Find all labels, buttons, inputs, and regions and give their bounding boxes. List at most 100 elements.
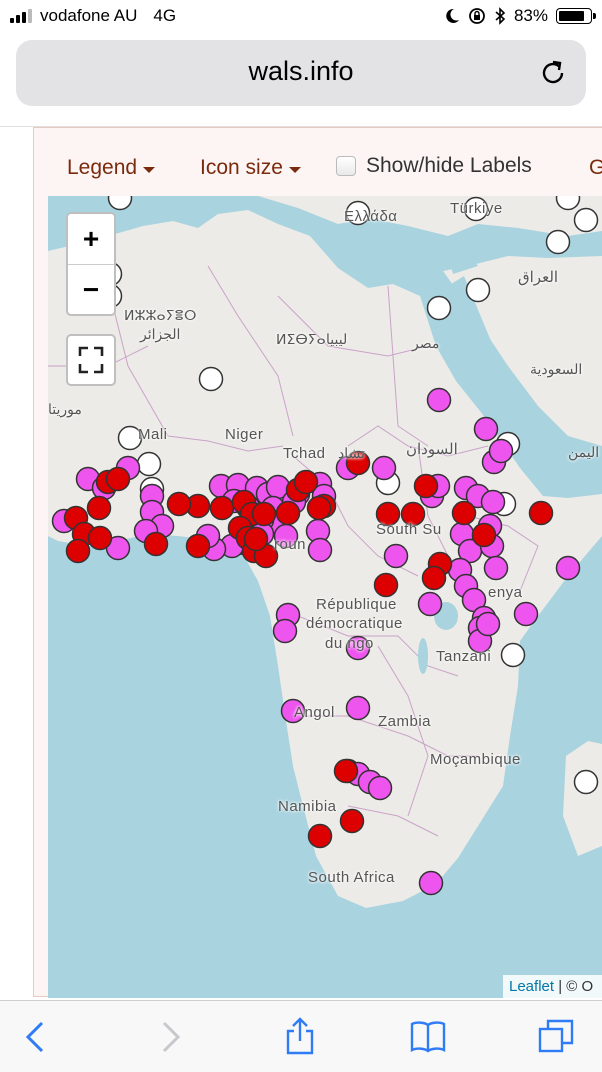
language-marker[interactable] — [483, 555, 509, 581]
language-marker[interactable] — [451, 500, 477, 526]
language-marker[interactable] — [136, 451, 162, 477]
battery-percent: 83% — [513, 6, 548, 25]
bookmarks-icon[interactable] — [408, 1017, 448, 1057]
zoom-control: + − — [66, 212, 116, 316]
label-libya-arabic: ليبيا — [326, 331, 348, 347]
language-marker[interactable] — [333, 758, 359, 784]
tabs-icon[interactable] — [536, 1017, 576, 1057]
fullscreen-button[interactable] — [66, 334, 116, 386]
toolbar-cut-item[interactable]: G — [589, 156, 602, 180]
language-marker[interactable] — [573, 769, 599, 795]
map-view[interactable]: Ελλάδα Türkiye العراق ⵍⵣⵣⴰⵢⴻⵔ الجزائر ⵍⵉ… — [48, 196, 602, 998]
language-marker[interactable] — [528, 500, 554, 526]
show-hide-labels-label: Show/hide Labels — [366, 154, 532, 177]
url-text: wals.info — [248, 56, 354, 86]
language-marker[interactable] — [421, 565, 447, 591]
language-marker[interactable] — [87, 525, 113, 551]
zoom-out-button[interactable]: − — [68, 265, 114, 315]
language-marker[interactable] — [307, 823, 333, 849]
language-marker[interactable] — [107, 196, 133, 211]
caret-down-icon — [288, 166, 301, 173]
language-marker[interactable] — [86, 495, 112, 521]
language-marker[interactable] — [166, 491, 192, 517]
language-marker[interactable] — [306, 495, 332, 521]
label-namibia: Namibia — [278, 798, 337, 815]
madagascar-landmass — [563, 741, 602, 856]
label-south-sudan: South Su — [376, 521, 442, 538]
moon-icon — [446, 8, 459, 23]
label-south-africa: South Africa — [308, 869, 395, 886]
icon-size-label: Icon size — [200, 156, 283, 179]
label-rdc-1: République — [316, 596, 397, 613]
label-yemen: اليمن — [568, 444, 600, 460]
label-angola: Angol — [294, 704, 335, 721]
language-marker[interactable] — [413, 473, 439, 499]
language-marker[interactable] — [209, 495, 235, 521]
map-attribution: Leaflet | © O — [503, 975, 602, 998]
label-rdc-2: démocratique — [306, 615, 403, 632]
language-marker[interactable] — [426, 295, 452, 321]
caret-down-icon — [143, 166, 156, 173]
language-marker[interactable] — [275, 500, 301, 526]
toolbar-cut-item-label: G — [589, 156, 602, 179]
reload-icon[interactable] — [538, 58, 568, 88]
label-algeria-arabic: الجزائر — [140, 326, 181, 342]
language-marker[interactable] — [480, 489, 506, 515]
label-tchad: Tchad — [283, 445, 326, 462]
network-type: 4G — [153, 6, 177, 25]
language-marker[interactable] — [272, 618, 298, 644]
icon-size-dropdown[interactable]: Icon size — [200, 156, 301, 180]
attribution-rest: | © O — [558, 978, 594, 995]
language-marker[interactable] — [243, 526, 269, 552]
rotation-lock-icon — [469, 8, 485, 24]
label-sudan: السودان — [406, 441, 458, 458]
language-marker[interactable] — [185, 533, 211, 559]
language-marker[interactable] — [488, 438, 514, 464]
language-marker[interactable] — [293, 469, 319, 495]
label-libya-tifinagh: ⵍⵉⴱⵢⴰ — [276, 331, 326, 347]
label-algeria-tifinagh: ⵍⵣⵣⴰⵢⴻⵔ — [124, 307, 197, 323]
label-cameroun: roun — [274, 536, 307, 553]
language-marker[interactable] — [383, 543, 409, 569]
map-toolbar: Legend Icon size Show/hide Labels G — [34, 152, 602, 192]
language-marker[interactable] — [198, 366, 224, 392]
language-marker[interactable] — [465, 277, 491, 303]
language-marker[interactable] — [373, 572, 399, 598]
language-marker[interactable] — [307, 537, 333, 563]
label-mozambique: Moçambique — [430, 751, 521, 768]
browser-bottom-toolbar — [0, 1000, 602, 1072]
fullscreen-icon — [78, 346, 104, 374]
leaflet-link[interactable]: Leaflet — [509, 978, 554, 995]
language-marker[interactable] — [426, 387, 452, 413]
language-marker[interactable] — [251, 501, 277, 527]
language-marker[interactable] — [417, 591, 443, 617]
label-turkey: Türkiye — [450, 200, 503, 217]
language-marker[interactable] — [143, 531, 169, 557]
language-marker[interactable] — [371, 455, 397, 481]
language-marker[interactable] — [65, 538, 91, 564]
language-marker[interactable] — [339, 808, 365, 834]
language-marker[interactable] — [513, 601, 539, 627]
zoom-in-button[interactable]: + — [68, 214, 114, 265]
label-niger: Niger — [225, 426, 264, 443]
share-icon[interactable] — [280, 1017, 320, 1057]
label-mauritania: موريتا — [48, 401, 82, 417]
language-marker[interactable] — [475, 611, 501, 637]
language-marker[interactable] — [545, 229, 571, 255]
language-marker[interactable] — [471, 522, 497, 548]
language-marker[interactable] — [418, 870, 444, 896]
language-marker[interactable] — [573, 207, 599, 233]
language-marker[interactable] — [555, 555, 581, 581]
language-marker[interactable] — [105, 466, 131, 492]
labels-checkbox[interactable] — [336, 156, 356, 176]
status-bar: vodafone AU 4G 83% — [0, 0, 602, 36]
address-bar[interactable]: wals.info — [16, 40, 586, 106]
legend-dropdown[interactable]: Legend — [67, 156, 156, 180]
show-hide-labels-toggle[interactable]: Show/hide Labels — [336, 154, 532, 178]
back-arrow-icon[interactable] — [16, 1017, 56, 1057]
forward-arrow-icon[interactable] — [150, 1017, 190, 1057]
language-marker[interactable] — [500, 642, 526, 668]
language-marker[interactable] — [345, 695, 371, 721]
language-marker[interactable] — [473, 416, 499, 442]
language-marker[interactable] — [367, 775, 393, 801]
